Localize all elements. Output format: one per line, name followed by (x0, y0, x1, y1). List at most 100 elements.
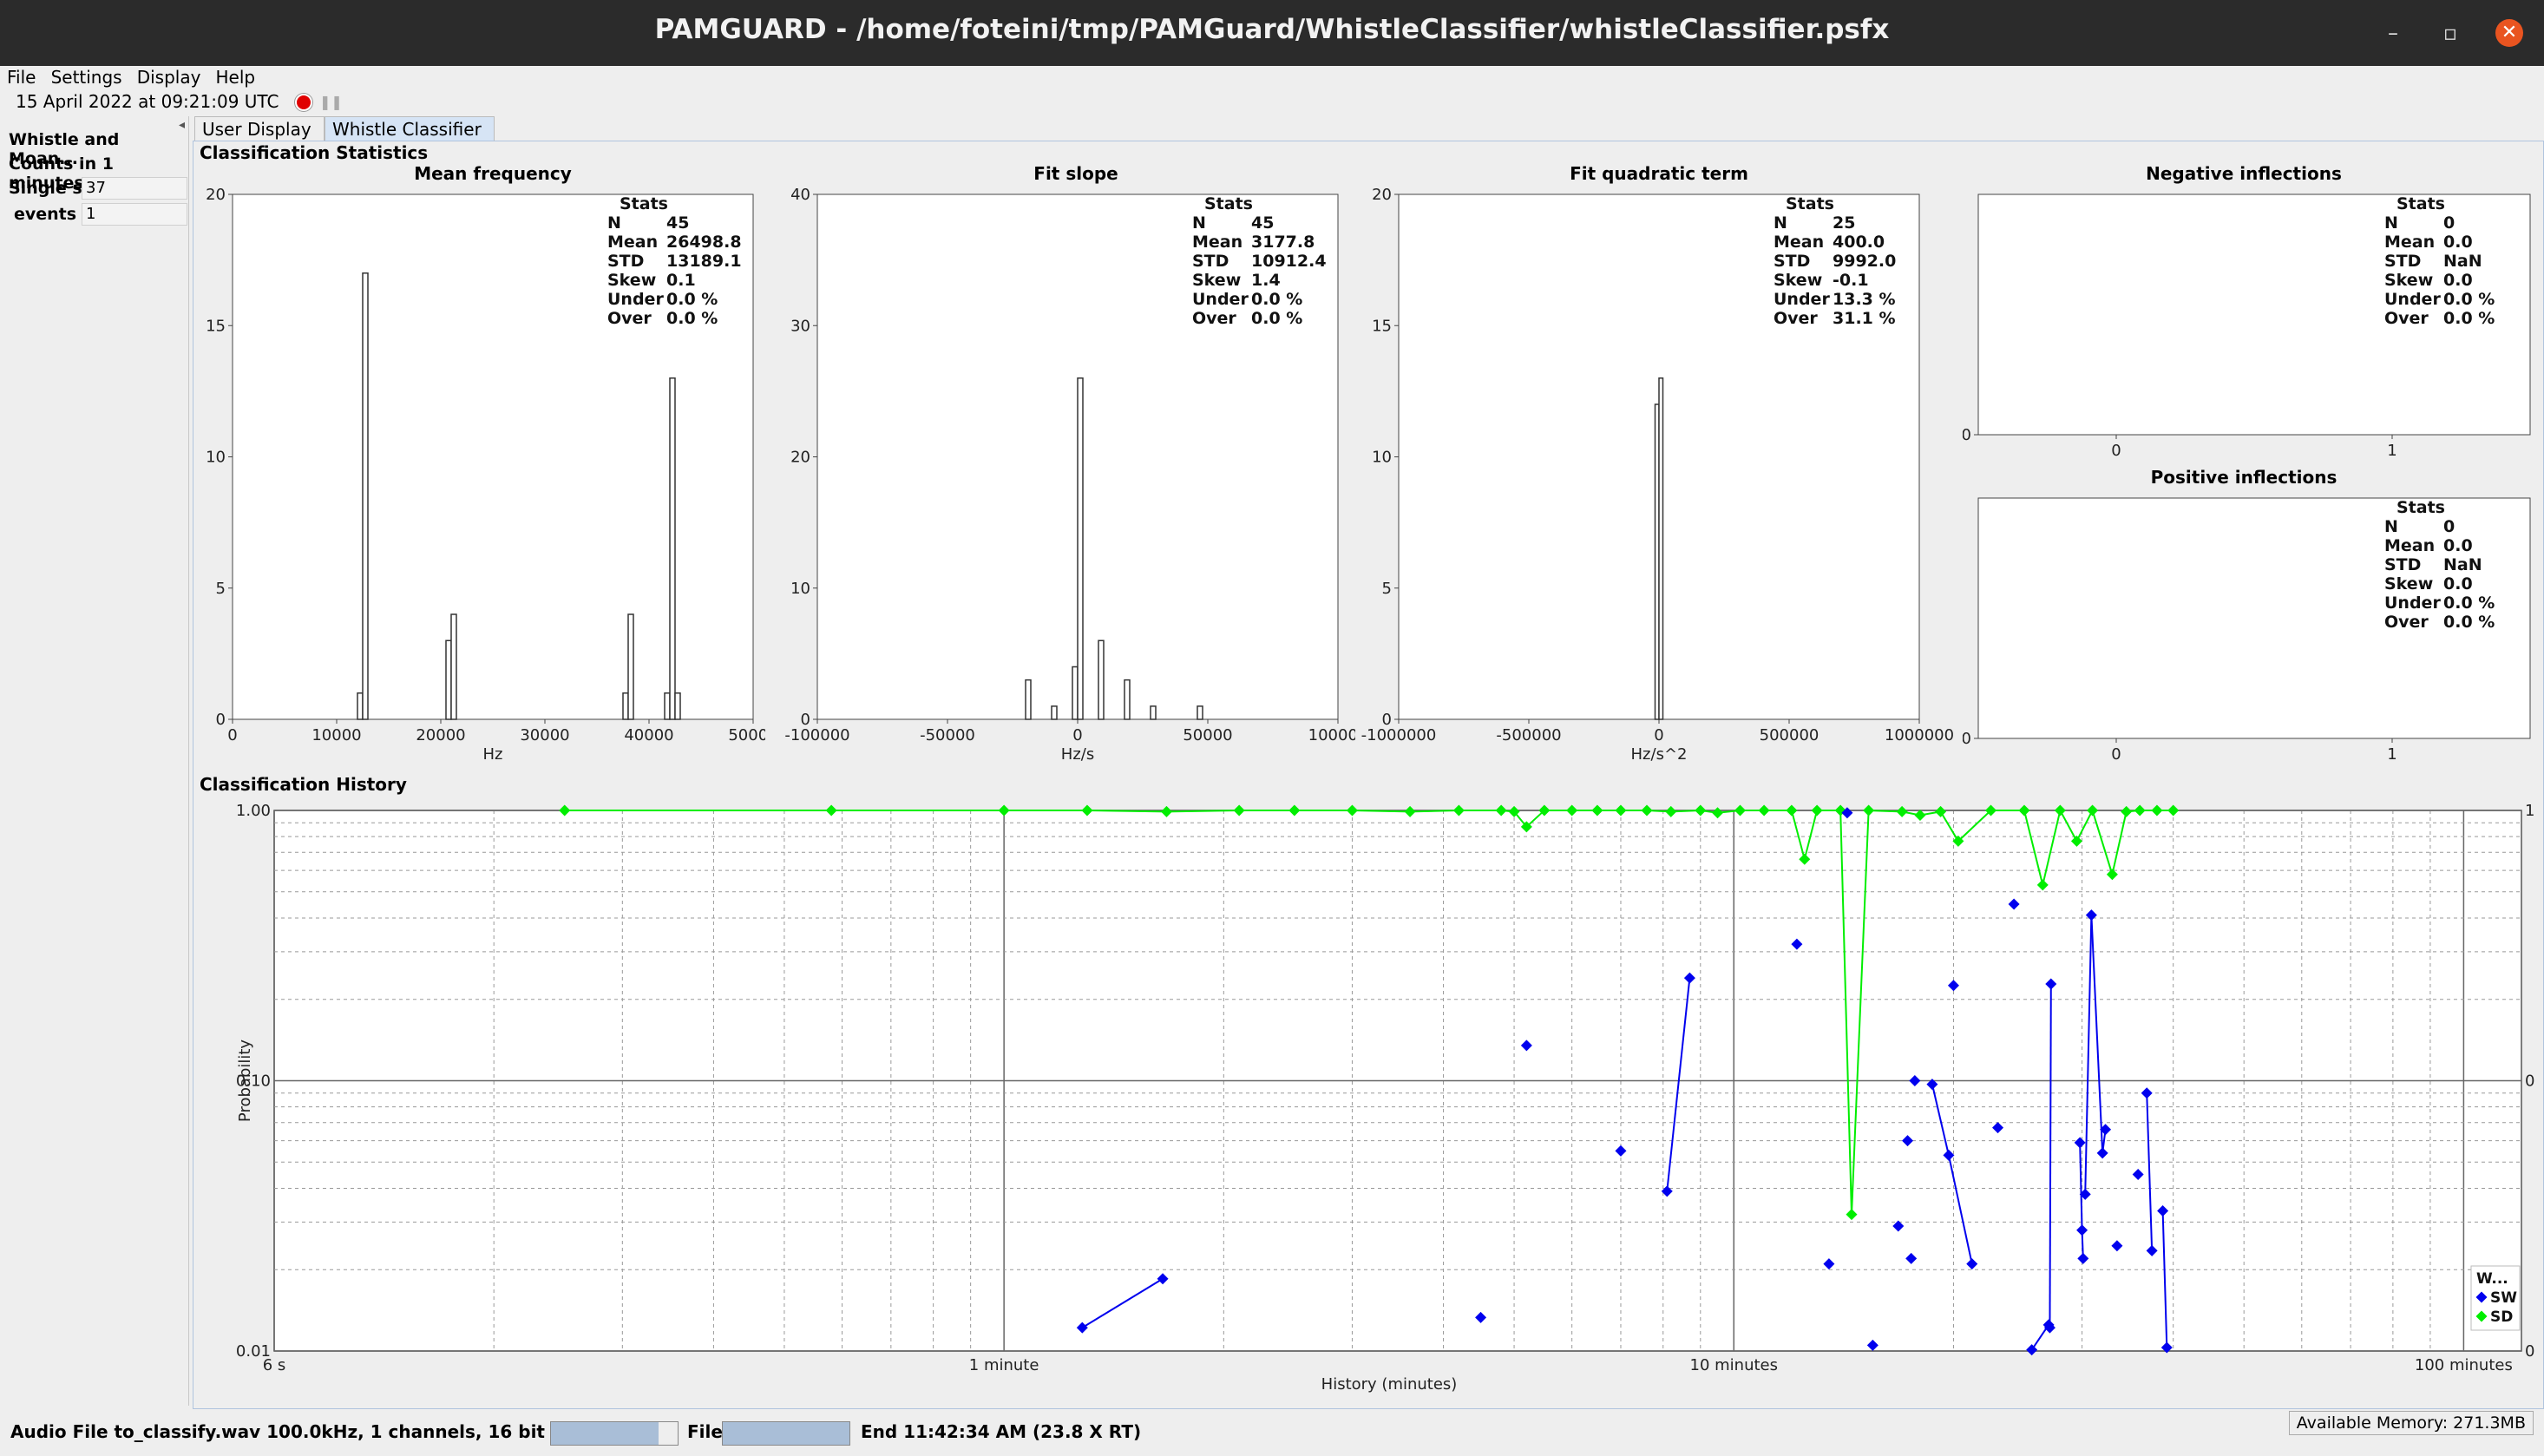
menu-display[interactable]: Display (137, 66, 201, 89)
file-label: File (687, 1421, 723, 1442)
stats-key: STD (2384, 555, 2421, 574)
window-title: PAMGUARD - /home/foteini/tmp/PAMGuard/Wh… (654, 14, 1890, 45)
menu-bar: File Settings Display Help (0, 66, 2544, 89)
histogram-title-fit-slope: Fit slope (1033, 163, 1118, 184)
stats-value: NaN (2443, 252, 2482, 271)
side-panel: Whistle and Moan... Counts in 1 minutes … (2, 116, 189, 1406)
stats-key: Skew (2384, 271, 2433, 290)
stats-value: 0.0 % (666, 290, 718, 309)
histogram-positive-inflections: 00 1StatsN 0Mean 0.0STD NaNSkew 0.0Under 0.0 %… (1963, 497, 2531, 764)
stats-value: 400.0 (1833, 233, 1885, 252)
x-tick-label: 30000 (520, 726, 569, 744)
stats-value: 0.0 % (1251, 309, 1302, 328)
histogram-mean-frequency: 0 5 10 15 20 0 10000 20000 30000 40000 50000 Hz Stat… (206, 186, 765, 764)
close-button[interactable]: ✕ (2495, 19, 2523, 47)
session-date: 15 April 2022 at 09:21:09 UTC (16, 91, 279, 112)
x-tick-label: 40000 (624, 726, 673, 744)
legend-label: SD (2490, 1308, 2513, 1326)
x-tick-label: 1000000 (1885, 726, 1954, 744)
date-bar: 15 April 2022 at 09:21:09 UTC ❚❚ (0, 89, 2544, 115)
stats-key: N (1774, 213, 1787, 233)
y-tick-label: 0 (1963, 426, 1971, 444)
stats-key: STD (2384, 252, 2421, 271)
x-tick-label: 100000 (1308, 726, 1355, 744)
y-tick-label: 15 (1372, 317, 1392, 335)
stats-value: 0.0 (2443, 536, 2473, 555)
menu-settings[interactable]: Settings (51, 66, 122, 89)
y-tick-label: 20 (1372, 186, 1392, 204)
tab-whistle-classifier[interactable]: Whistle Classifier (325, 116, 495, 141)
stats-value: 0.0 (2443, 233, 2473, 252)
histogram-bar (1025, 679, 1032, 720)
x-tick-label: 10000 (311, 726, 361, 744)
stats-key: Under (2384, 594, 2441, 613)
histogram-bar (357, 692, 364, 720)
stats-value: 1.4 (1251, 271, 1281, 290)
menu-help[interactable]: Help (216, 66, 256, 89)
y-tick-label-right: 1.00 (2525, 802, 2535, 820)
stats-key: Over (607, 309, 652, 328)
histogram-bar (669, 377, 676, 720)
stats-header: Stats (2396, 194, 2445, 213)
x-tick-label: 0 (1654, 726, 1663, 744)
stats-key: Skew (1192, 271, 1241, 290)
stats-value: 0.0 % (2443, 594, 2495, 613)
histogram-bar (362, 272, 369, 720)
stats-key: STD (607, 252, 644, 271)
maximize-button[interactable]: ▫ (2436, 19, 2464, 47)
stats-key: Over (2384, 309, 2429, 328)
legend-label: SW (2490, 1289, 2517, 1307)
minimize-button[interactable]: – (2379, 19, 2407, 47)
x-tick-label: 1 (2387, 745, 2396, 764)
stats-value: 0.1 (666, 271, 696, 290)
stats-header: Stats (620, 194, 668, 213)
collapse-panel-icon[interactable]: ◂ (179, 118, 185, 132)
y-tick-label: 0 (1963, 730, 1971, 748)
histogram-bar (674, 692, 681, 720)
menu-file[interactable]: File (7, 66, 36, 89)
x-tick-label: -50000 (920, 726, 975, 744)
histogram-bar (1098, 639, 1105, 720)
stats-key: Mean (1192, 233, 1242, 252)
stats-value: 0.0 (2443, 271, 2473, 290)
y-tick-label: 0 (216, 711, 226, 729)
y-tick-label: 10 (1372, 449, 1392, 467)
y-tick-label: 5 (216, 580, 226, 598)
record-icon[interactable] (295, 94, 312, 111)
stats-value: 0 (2443, 517, 2455, 536)
y-tick-label-left: 1.00 (236, 802, 271, 820)
histogram-bar (1072, 666, 1079, 720)
stats-key: N (607, 213, 621, 233)
history-legend: W...SWSD (2470, 1265, 2521, 1331)
stats-value: 9992.0 (1833, 252, 1896, 271)
y-tick-label: 40 (790, 186, 810, 204)
x-tick-label: -1000000 (1361, 726, 1437, 744)
x-tick-label: 100 minutes (2415, 1356, 2513, 1374)
x-tick-label: 0 (227, 726, 237, 744)
stats-key: Over (1774, 309, 1818, 328)
stats-value: 10912.4 (1251, 252, 1327, 271)
stats-key: Skew (2384, 574, 2433, 594)
y-tick-label-right: 0.01 (2525, 1342, 2535, 1361)
x-tick-label: 1 minute (969, 1356, 1039, 1374)
end-time-text: End 11:42:34 AM (23.8 X RT) (861, 1421, 1142, 1442)
y-tick-label: 20 (790, 449, 810, 467)
stats-key: Under (607, 290, 664, 309)
audio-status-text: Audio File to_classify.wav 100.0kHz, 1 c… (10, 1421, 601, 1442)
x-tick-label: 10 minutes (1690, 1356, 1779, 1374)
stats-key: Mean (1774, 233, 1824, 252)
pause-icon[interactable]: ❚❚ (319, 94, 343, 111)
x-axis-label: Hz/s^2 (1631, 745, 1688, 764)
stats-key: Under (1192, 290, 1249, 309)
stats-value: 13.3 % (1833, 290, 1896, 309)
sw-segment (2049, 983, 2052, 1328)
x-axis-label: Hz (483, 745, 503, 764)
tab-user-display[interactable]: User Display (194, 116, 325, 141)
stats-key: STD (1192, 252, 1229, 271)
histogram-negative-inflections: 00 1StatsN 0Mean 0.0STD NaNSkew 0.0Under 0.0 %… (1963, 193, 2531, 460)
stats-key: N (2384, 213, 2398, 233)
stats-key: Skew (607, 271, 656, 290)
x-tick-label: 1 (2387, 442, 2396, 460)
histogram-title-positive-inflections: Positive inflections (2150, 467, 2337, 488)
stats-header: Stats (2396, 498, 2445, 517)
